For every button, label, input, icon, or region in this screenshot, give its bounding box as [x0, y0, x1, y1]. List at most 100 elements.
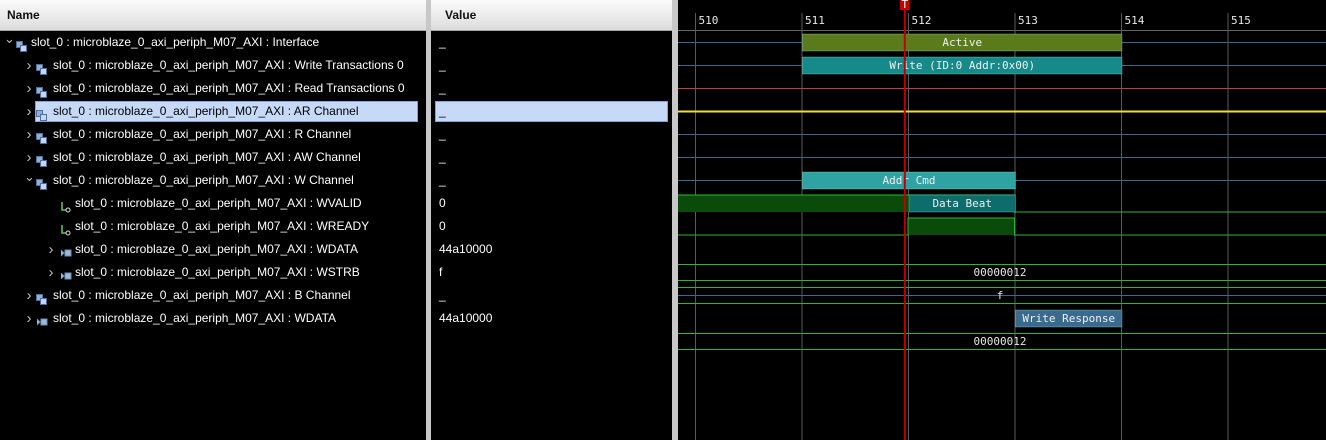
value-column-header[interactable]: Value [431, 0, 672, 31]
tree-row[interactable]: › slot_0 : microblaze_0_axi_periph_M07_AX… [0, 123, 426, 146]
signal-bus-icon [60, 244, 72, 257]
interface-icon [36, 106, 47, 121]
wready-high [908, 218, 1015, 235]
value-cell: _ [439, 150, 446, 164]
tree-row[interactable]: ⌄ slot_0 : microblaze_0_axi_periph_M07_AX… [0, 31, 426, 54]
value-header-label: Value [445, 8, 477, 22]
collapse-chevron-icon[interactable]: ⌄ [24, 165, 35, 188]
value-row[interactable]: _ [431, 54, 672, 77]
tree-row-label: slot_0 : microblaze_0_axi_periph_M07_AXI… [75, 242, 359, 256]
value-cell: _ [439, 127, 446, 141]
value-row[interactable]: 0 [431, 192, 672, 215]
value-row[interactable]: 0 [431, 215, 672, 238]
time-tick-label: 511 [805, 14, 825, 27]
name-pane: Name ⌄ slot_0 : microblaze_0_axi_periph_M… [0, 0, 426, 440]
tree-row-label: slot_0 : microblaze_0_axi_periph_M07_AXI… [75, 196, 362, 210]
tree-row-label: slot_0 : microblaze_0_axi_periph_M07_AXI… [53, 288, 351, 302]
time-tick-label: 515 [1231, 14, 1251, 27]
tree-row-label: slot_0 : microblaze_0_axi_periph_M07_AXI… [53, 311, 337, 325]
value-cell: _ [439, 58, 446, 72]
transaction-label: Active [942, 36, 982, 49]
interface-icon [36, 175, 47, 190]
expand-chevron-icon[interactable]: › [24, 307, 34, 330]
value-row[interactable]: _ [431, 146, 672, 169]
interface-icon [36, 152, 47, 167]
value-cell: 0 [439, 219, 446, 233]
expand-chevron-icon[interactable]: › [24, 77, 34, 100]
tree-row-label: slot_0 : microblaze_0_axi_periph_M07_AXI… [31, 35, 320, 49]
waveform-canvas[interactable]: 510 511 512 513 514 515 00000012 f 00000012 Activ… [678, 0, 1326, 440]
tree-row[interactable]: slot_0 : microblaze_0_axi_periph_M07_AXI… [0, 215, 426, 238]
value-cell: f [439, 265, 443, 279]
tree-row-label: slot_0 : microblaze_0_axi_periph_M07_AXI… [75, 219, 370, 233]
transaction-label: Addr Cmd [883, 174, 936, 187]
tree-row-label: slot_0 : microblaze_0_axi_periph_M07_AXI… [75, 265, 360, 279]
tree-row-label: slot_0 : microblaze_0_axi_periph_M07_AXI… [53, 104, 359, 118]
tree-row[interactable]: › slot_0 : microblaze_0_axi_periph_M07_AX… [0, 100, 426, 123]
value-cell: 0 [439, 196, 446, 210]
time-tick-label: 514 [1125, 14, 1145, 27]
transaction-label: Data Beat [932, 197, 992, 210]
waveform-pane[interactable]: 510 511 512 513 514 515 00000012 f 00000012 Activ… [678, 0, 1326, 440]
bus-value-label: 00000012 [974, 335, 1027, 348]
expand-chevron-icon[interactable]: › [24, 54, 34, 77]
value-cell-selected: _ [435, 101, 668, 122]
name-column-header[interactable]: Name [0, 0, 426, 31]
bus-value-label: f [997, 289, 1004, 302]
transaction-label: Write (ID:0 Addr:0x00) [889, 59, 1035, 72]
collapse-chevron-icon[interactable]: ⌄ [4, 27, 15, 50]
tree-row[interactable]: › slot_0 : microblaze_0_axi_periph_M07_AX… [0, 146, 426, 169]
tree-row[interactable]: › slot_0 : microblaze_0_axi_periph_M07_AX… [0, 307, 426, 330]
value-row[interactable]: 44a10000 [431, 238, 672, 261]
tree-row-label: slot_0 : microblaze_0_axi_periph_M07_AXI… [53, 81, 405, 95]
interface-icon [16, 37, 27, 52]
value-cell: _ [439, 288, 446, 302]
time-tick-label: 512 [912, 14, 932, 27]
expand-chevron-icon[interactable]: › [24, 123, 34, 146]
value-cell: 44a10000 [439, 311, 493, 325]
bus-value-label: 00000012 [974, 266, 1027, 279]
tree-row[interactable]: › slot_0 : microblaze_0_axi_periph_M07_AX… [0, 284, 426, 307]
expand-chevron-icon[interactable]: › [46, 238, 56, 261]
signal-bus-icon [60, 267, 72, 280]
signal-bit-icon [60, 198, 71, 213]
value-cell: _ [439, 35, 446, 49]
value-row[interactable]: _ [431, 284, 672, 307]
value-row[interactable]: _ [431, 31, 672, 54]
tree-row-label: slot_0 : microblaze_0_axi_periph_M07_AXI… [53, 127, 352, 141]
time-tick-label: 513 [1018, 14, 1038, 27]
timeline-ruler [678, 0, 1326, 30]
expand-chevron-icon[interactable]: › [24, 284, 34, 307]
time-tick-label: 510 [699, 14, 719, 27]
interface-icon [36, 290, 47, 305]
interface-icon [36, 60, 47, 75]
value-row[interactable]: _ [431, 100, 672, 123]
tree-row-label: slot_0 : microblaze_0_axi_periph_M07_AXI… [53, 58, 404, 72]
value-row[interactable]: 44a10000 [431, 307, 672, 330]
value-row[interactable]: _ [431, 123, 672, 146]
interface-icon [36, 129, 47, 144]
tree-row[interactable]: › slot_0 : microblaze_0_axi_periph_M07_AX… [0, 77, 426, 100]
tree-row[interactable]: › slot_0 : microblaze_0_axi_periph_M07_AX… [0, 261, 426, 284]
transaction-label: Write Response [1022, 312, 1115, 325]
tree-row-label: slot_0 : microblaze_0_axi_periph_M07_AXI… [53, 173, 354, 187]
expand-chevron-icon[interactable]: › [46, 261, 56, 284]
interface-icon [36, 83, 47, 98]
value-pane: Value _ _ _ _ _ _ _ 0 0 44a10000 f _ 44a10000 [431, 0, 672, 440]
tree-row[interactable]: › slot_0 : microblaze_0_axi_periph_M07_AX… [0, 54, 426, 77]
value-cell: _ [439, 81, 446, 95]
value-row[interactable]: f [431, 261, 672, 284]
name-header-label: Name [7, 8, 40, 22]
signal-bit-icon [60, 221, 71, 236]
expand-chevron-icon[interactable]: › [24, 100, 34, 123]
value-cell: 44a10000 [439, 242, 493, 256]
tree-row[interactable]: › slot_0 : microblaze_0_axi_periph_M07_AX… [0, 238, 426, 261]
tree-row[interactable]: slot_0 : microblaze_0_axi_periph_M07_AXI… [0, 192, 426, 215]
value-row[interactable]: _ [431, 169, 672, 192]
value-cell: _ [439, 173, 446, 187]
tree-row-label: slot_0 : microblaze_0_axi_periph_M07_AXI… [53, 150, 361, 164]
cursor-label: T [901, 0, 908, 11]
signal-bus-icon [36, 313, 48, 326]
tree-row[interactable]: ⌄ slot_0 : microblaze_0_axi_periph_M07_AX… [0, 169, 426, 192]
value-row[interactable]: _ [431, 77, 672, 100]
